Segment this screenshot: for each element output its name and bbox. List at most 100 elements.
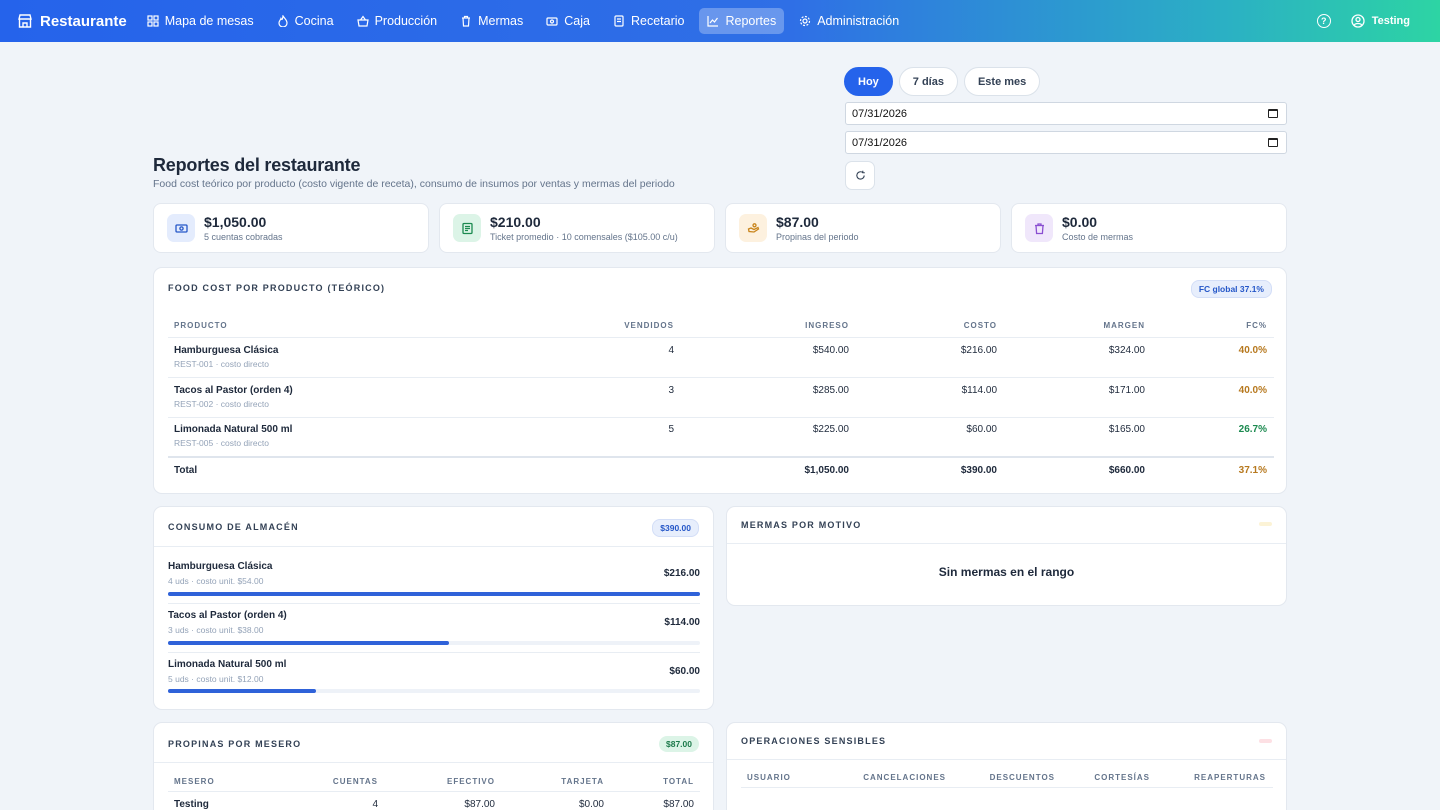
hand-coin-icon: [747, 222, 759, 233]
th-ingreso: Ingreso: [805, 321, 849, 330]
divider: [168, 603, 700, 604]
divider: [741, 787, 1273, 788]
food-cost-card: Food cost por producto (teórico) FC glob…: [153, 267, 1287, 494]
th-cortesias: Cortesías: [1094, 773, 1150, 782]
total-fc: 37.1%: [1238, 465, 1267, 476]
consumo-item-amount: $216.00: [663, 568, 700, 579]
date-from-input[interactable]: 07/31/2026: [845, 102, 1287, 125]
total-margin: $660.00: [1108, 465, 1145, 476]
cuentas-cell: 4: [372, 799, 378, 810]
refresh-icon: [855, 170, 865, 180]
stat-icon-bg: [1025, 214, 1053, 242]
nav-item-cocina[interactable]: Cocina: [269, 8, 342, 34]
income-cell: $285.00: [812, 385, 849, 396]
range-7days-button[interactable]: 7 días: [898, 67, 958, 96]
propinas-card: Propinas por mesero $87.00 Mesero Cuenta…: [153, 722, 714, 810]
refresh-button[interactable]: [845, 161, 875, 190]
consumo-bar-fill: [168, 689, 316, 693]
total-cell: $87.00: [663, 799, 694, 810]
stat-value: $1,050.00: [204, 214, 267, 230]
th-usuario: Usuario: [747, 773, 791, 782]
consumo-item-name: Hamburguesa Clásica: [168, 561, 273, 572]
consumo-bar-track: [168, 641, 700, 645]
th-producto: Producto: [174, 321, 228, 330]
mermas-empty-state: Sin mermas en el rango: [938, 565, 1075, 579]
basket-icon: [356, 15, 369, 27]
nav-item-administracion[interactable]: Administración: [791, 8, 907, 34]
book-icon: [614, 15, 624, 27]
th-descuentos: Descuentos: [989, 773, 1055, 782]
efectivo-cell: $87.00: [464, 799, 495, 810]
food-cost-title: Food cost por producto (teórico): [168, 283, 386, 293]
consumo-card: Consumo de almacén $390.00 Hamburguesa C…: [153, 506, 714, 710]
stat-icon-bg: [453, 214, 481, 242]
nav-item-label: Caja: [564, 14, 590, 28]
date-to-input[interactable]: 07/31/2026: [845, 131, 1287, 154]
receipt-icon: [461, 222, 473, 234]
mesero-cell: Testing: [174, 799, 209, 810]
sold-cell: 3: [668, 385, 674, 396]
divider: [168, 417, 1274, 418]
margin-cell: $165.00: [1108, 424, 1145, 435]
product-sku: REST-002 · costo directo: [174, 399, 269, 409]
consumo-item-amount: $114.00: [664, 617, 700, 628]
page-subtitle: Food cost teórico por producto (costo vi…: [153, 178, 675, 190]
nav-item-mapa-de-mesas[interactable]: Mapa de mesas: [139, 8, 262, 34]
th-cancelaciones: Cancelaciones: [863, 773, 946, 782]
sold-cell: 5: [668, 424, 674, 435]
stat-value: $0.00: [1062, 214, 1098, 230]
user-menu[interactable]: Testing: [1351, 14, 1410, 28]
nav-item-label: Mapa de mesas: [164, 14, 254, 28]
help-icon[interactable]: ?: [1316, 14, 1331, 28]
total-label: Total: [174, 465, 198, 476]
th-total: Total: [663, 777, 694, 786]
product-sku: REST-005 · costo directo: [174, 438, 269, 448]
nav-item-label: Mermas: [478, 14, 524, 28]
th-mesero: Mesero: [174, 777, 215, 786]
product-name: Hamburguesa Clásica: [174, 345, 279, 356]
consumo-item-detail: 3 uds · costo unit. $38.00: [168, 625, 264, 635]
nav-item-reportes[interactable]: Reportes: [699, 8, 785, 34]
divider: [168, 337, 1274, 338]
nav-item-produccion[interactable]: Producción: [349, 8, 446, 34]
cash-register-icon: [546, 17, 558, 26]
nav-item-label: Administración: [817, 14, 900, 28]
th-vendidos: Vendidos: [624, 321, 674, 330]
brand-label: Restaurante: [40, 12, 127, 30]
operaciones-title: Operaciones sensibles: [741, 736, 887, 746]
brand[interactable]: Restaurante: [17, 13, 127, 30]
nav-item-recetario[interactable]: Recetario: [605, 8, 693, 34]
trash-icon: [1034, 222, 1044, 234]
th-fc: FC%: [1246, 321, 1267, 330]
chart-line-icon: [707, 16, 719, 27]
margin-cell: $324.00: [1108, 345, 1145, 356]
nav-item-label: Producción: [374, 14, 438, 28]
th-cuentas: Cuentas: [332, 777, 378, 786]
gear-icon: [800, 15, 811, 27]
consumo-badge: $390.00: [652, 519, 699, 537]
consumo-bar-fill: [168, 592, 700, 596]
nav-item-caja[interactable]: Caja: [538, 8, 598, 34]
cost-cell: $60.00: [966, 424, 997, 435]
margin-cell: $171.00: [1108, 385, 1145, 396]
calendar-icon[interactable]: [1268, 109, 1278, 118]
user-circle-icon: [1351, 14, 1365, 28]
stat-card-propinas: $87.00 Propinas del periodo: [725, 203, 1001, 253]
divider: [727, 759, 1286, 760]
consumo-title: Consumo de almacén: [168, 522, 299, 532]
total-income: $1,050.00: [804, 465, 850, 476]
calendar-icon[interactable]: [1268, 138, 1278, 147]
range-month-button[interactable]: Este mes: [963, 67, 1041, 96]
propinas-title: Propinas por mesero: [168, 739, 302, 749]
nav-item-mermas[interactable]: Mermas: [452, 8, 531, 34]
storefront-icon: [18, 14, 32, 28]
nav-item-label: Reportes: [725, 14, 777, 28]
stat-card-ticket: $210.00 Ticket promedio · 10 comensales (…: [439, 203, 715, 253]
range-today-button[interactable]: Hoy: [844, 67, 893, 96]
sold-cell: 4: [668, 345, 674, 356]
nav-item-label: Recetario: [630, 14, 685, 28]
fc-cell: 40.0%: [1238, 385, 1267, 396]
divider: [168, 652, 700, 653]
tarjeta-cell: $0.00: [578, 799, 604, 810]
th-costo: Costo: [963, 321, 997, 330]
